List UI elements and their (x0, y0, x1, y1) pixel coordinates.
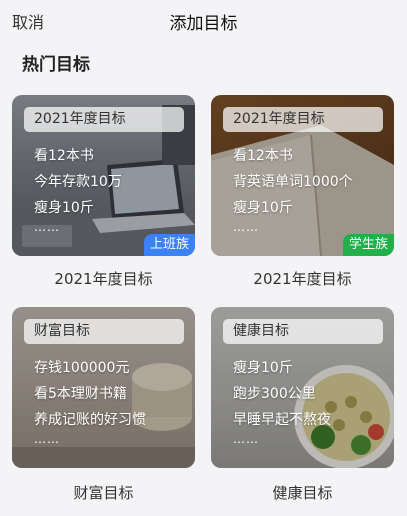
goal-item: 看12本书 (34, 148, 94, 164)
goal-card-annual-student[interactable]: 2021年度目标 看12本书 背英语单词1000个 瘦身10斤 …… 学生族 (211, 95, 394, 256)
goal-item: 瘦身10斤 (34, 200, 94, 216)
goal-item: 养成记账的好习惯 (34, 412, 146, 428)
tag-badge: 学生族 (342, 234, 394, 256)
goal-item: 存钱100000元 (34, 360, 130, 376)
top-bar: 取消 添加目标 (0, 0, 407, 40)
goal-item: 早睡早起不熬夜 (233, 412, 331, 428)
section-title: 热门目标 (22, 55, 90, 75)
goal-item: 瘦身10斤 (233, 360, 293, 376)
more-dots: …… (233, 432, 259, 446)
card-caption: 2021年度目标 (54, 270, 153, 288)
goal-item: 背英语单词1000个 (233, 174, 353, 190)
more-dots: …… (233, 220, 259, 234)
goal-item: 今年存款10万 (34, 174, 122, 190)
card-caption: 健康目标 (272, 484, 333, 502)
goal-card-wealth[interactable]: 财富目标 存钱100000元 看5本理财书籍 养成记账的好习惯 …… (12, 307, 195, 468)
goal-card-health[interactable]: 健康目标 瘦身10斤 跑步300公里 早睡早起不熬夜 …… (211, 307, 394, 468)
card-items: 看12本书 今年存款10万 瘦身10斤 (34, 143, 122, 221)
more-dots: …… (34, 432, 60, 446)
card-head: 健康目标 (223, 319, 383, 344)
card-items: 瘦身10斤 跑步300公里 早睡早起不熬夜 (233, 355, 331, 433)
goal-item: 看5本理财书籍 (34, 386, 127, 402)
tag-badge: 上班族 (143, 234, 195, 256)
card-head: 财富目标 (24, 319, 184, 344)
card-items: 存钱100000元 看5本理财书籍 养成记账的好习惯 (34, 355, 146, 433)
goal-item: 跑步300公里 (233, 386, 316, 402)
goal-item: 看12本书 (233, 148, 293, 164)
goal-card-annual-office[interactable]: 2021年度目标 看12本书 今年存款10万 瘦身10斤 …… 上班族 (12, 95, 195, 256)
card-caption: 2021年度目标 (253, 270, 352, 288)
more-dots: …… (34, 220, 60, 234)
card-head: 2021年度目标 (223, 107, 383, 132)
card-items: 看12本书 背英语单词1000个 瘦身10斤 (233, 143, 353, 221)
page-title: 添加目标 (169, 14, 238, 34)
card-caption: 财富目标 (73, 484, 134, 502)
goal-item: 瘦身10斤 (233, 200, 293, 216)
card-head: 2021年度目标 (24, 107, 184, 132)
